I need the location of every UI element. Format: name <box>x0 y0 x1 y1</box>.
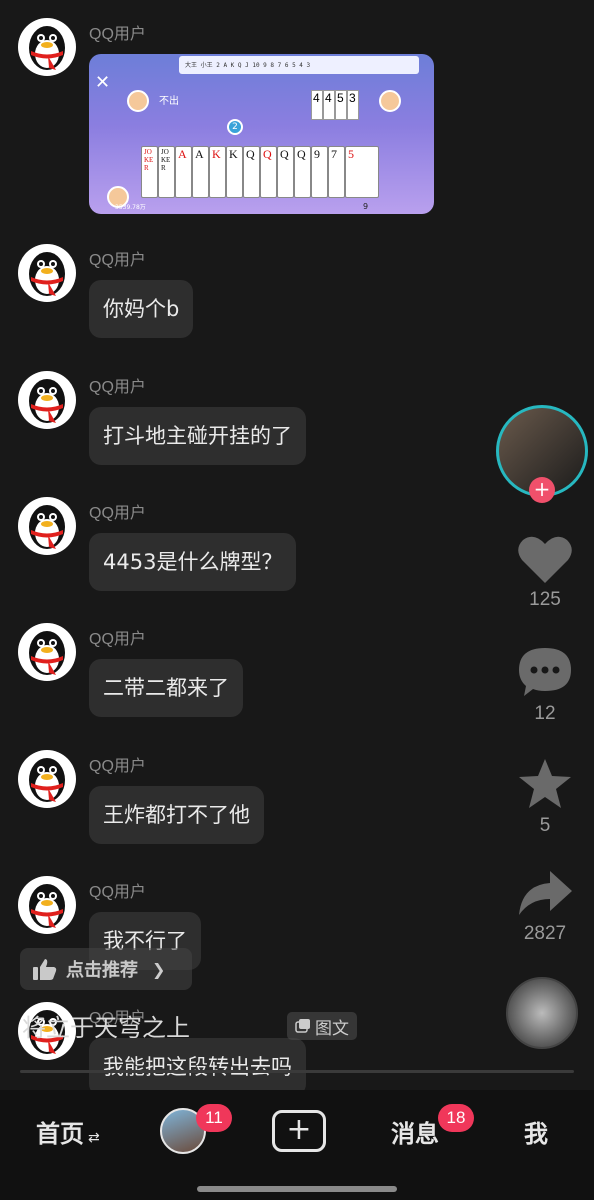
coin-balance: 3539.78万 <box>115 204 146 211</box>
played-cards: 4 4 5 3 <box>311 90 359 120</box>
thumbs-up-icon <box>33 959 57 980</box>
chevron-right-icon: ❯ <box>152 959 166 979</box>
heart-icon <box>518 536 572 583</box>
player-avatar-right <box>379 90 401 112</box>
home-indicator <box>197 1186 397 1192</box>
penguin-icon <box>29 884 65 928</box>
message-bubble[interactable]: 打斗地主碰开挂的了 <box>89 407 306 465</box>
share-count: 2827 <box>523 923 567 944</box>
penguin-icon <box>29 758 65 802</box>
hand-card: A <box>192 146 209 198</box>
hand-card: JOKER <box>141 146 158 198</box>
comment-count: 12 <box>534 703 556 724</box>
qq-penguin-avatar[interactable] <box>18 876 76 934</box>
post-type-label: 图文 <box>315 1018 349 1039</box>
follow-button[interactable]: + <box>529 477 555 503</box>
played-card: 3 <box>347 90 359 120</box>
switch-arrows-icon: ⇄ <box>88 1130 100 1146</box>
bottom-nav: 首页 ⇄ 11 + 消息 18 我 <box>0 1090 594 1200</box>
qq-penguin-avatar[interactable] <box>18 371 76 429</box>
hand-card: Q <box>277 146 294 198</box>
qq-penguin-avatar[interactable] <box>18 497 76 555</box>
penguin-icon <box>29 252 65 296</box>
create-post-button[interactable]: + <box>272 1110 326 1152</box>
image-text-icon <box>295 1019 310 1033</box>
sender-name: QQ用户 <box>89 758 146 775</box>
pass-label: 不出 <box>159 96 179 107</box>
sender-name: QQ用户 <box>89 631 146 648</box>
like-button[interactable]: 125 <box>496 533 594 611</box>
hand-card: A <box>175 146 192 198</box>
turn-badge: 2 <box>227 119 243 135</box>
sender-name: QQ用户 <box>89 252 146 269</box>
hand-card: 5 <box>345 146 379 198</box>
played-card: 4 <box>311 90 323 120</box>
message-bubble[interactable]: 王炸都打不了他 <box>89 786 264 844</box>
penguin-icon <box>29 26 65 70</box>
nav-messages[interactable]: 消息 <box>391 1114 439 1149</box>
card-tracker: 大王 小王 2 A K Q J 10 9 8 7 6 5 4 3 <box>179 56 419 74</box>
nav-home-label: 首页 <box>36 1120 84 1148</box>
favorite-count: 5 <box>539 815 551 836</box>
like-count: 125 <box>529 589 561 610</box>
remaining-count: 9 <box>363 202 369 211</box>
sender-name: QQ用户 <box>89 884 146 901</box>
nav-me[interactable]: 我 <box>524 1114 548 1149</box>
message-bubble[interactable]: 你妈个b <box>89 280 194 338</box>
played-card: 5 <box>335 90 347 120</box>
hand-card: K <box>209 146 226 198</box>
qq-penguin-avatar[interactable] <box>18 750 76 808</box>
game-screenshot-image[interactable]: 大王 小王 2 A K Q J 10 9 8 7 6 5 4 3 ✕ 不出 4 … <box>89 54 434 214</box>
qq-penguin-avatar[interactable] <box>18 244 76 302</box>
hand-card: Q <box>294 146 311 198</box>
played-card: 4 <box>323 90 335 120</box>
hand-card: JOKER <box>158 146 175 198</box>
comment-button[interactable]: 12 <box>496 645 594 725</box>
sender-name: QQ用户 <box>89 379 146 396</box>
hand-card: 9 <box>311 146 328 198</box>
share-arrow-icon <box>519 871 572 915</box>
message-bubble[interactable]: 我能把这段转出去吗 <box>89 1038 306 1090</box>
recommend-label: 点击推荐 <box>66 960 138 981</box>
message-bubble[interactable]: 4453是什么牌型？ <box>89 533 297 591</box>
close-icon: ✕ <box>95 72 111 93</box>
qq-penguin-avatar[interactable] <box>18 623 76 681</box>
post-caption[interactable]: 将立于天穹之上 <box>22 1008 190 1043</box>
favorite-button[interactable]: 5 <box>496 757 594 837</box>
sender-name: QQ用户 <box>89 505 146 522</box>
hand-card: 7 <box>328 146 345 198</box>
hand-card: K <box>226 146 243 198</box>
message-bubble[interactable]: 二带二都来了 <box>89 659 243 717</box>
player-hand: JOKER JOKER A A K K Q Q Q Q 9 7 5 <box>141 146 379 198</box>
penguin-icon <box>29 631 65 675</box>
sender-name: QQ用户 <box>89 26 146 43</box>
music-disc[interactable] <box>506 977 578 1049</box>
share-button[interactable]: 2827 <box>496 869 594 945</box>
penguin-icon <box>29 505 65 549</box>
friends-badge: 11 <box>196 1104 232 1132</box>
qq-penguin-avatar[interactable] <box>18 18 76 76</box>
hand-card: Q <box>260 146 277 198</box>
recommend-button[interactable]: 点击推荐 ❯ <box>20 948 192 990</box>
nav-home[interactable]: 首页 ⇄ <box>36 1114 100 1149</box>
player-avatar-left <box>127 90 149 112</box>
messages-badge: 18 <box>438 1104 474 1132</box>
hand-card: Q <box>243 146 260 198</box>
post-type-tag: 图文 <box>287 1012 357 1040</box>
comment-icon <box>519 648 571 696</box>
star-icon <box>519 759 571 808</box>
penguin-icon <box>29 379 65 423</box>
progress-bar[interactable] <box>20 1070 574 1073</box>
